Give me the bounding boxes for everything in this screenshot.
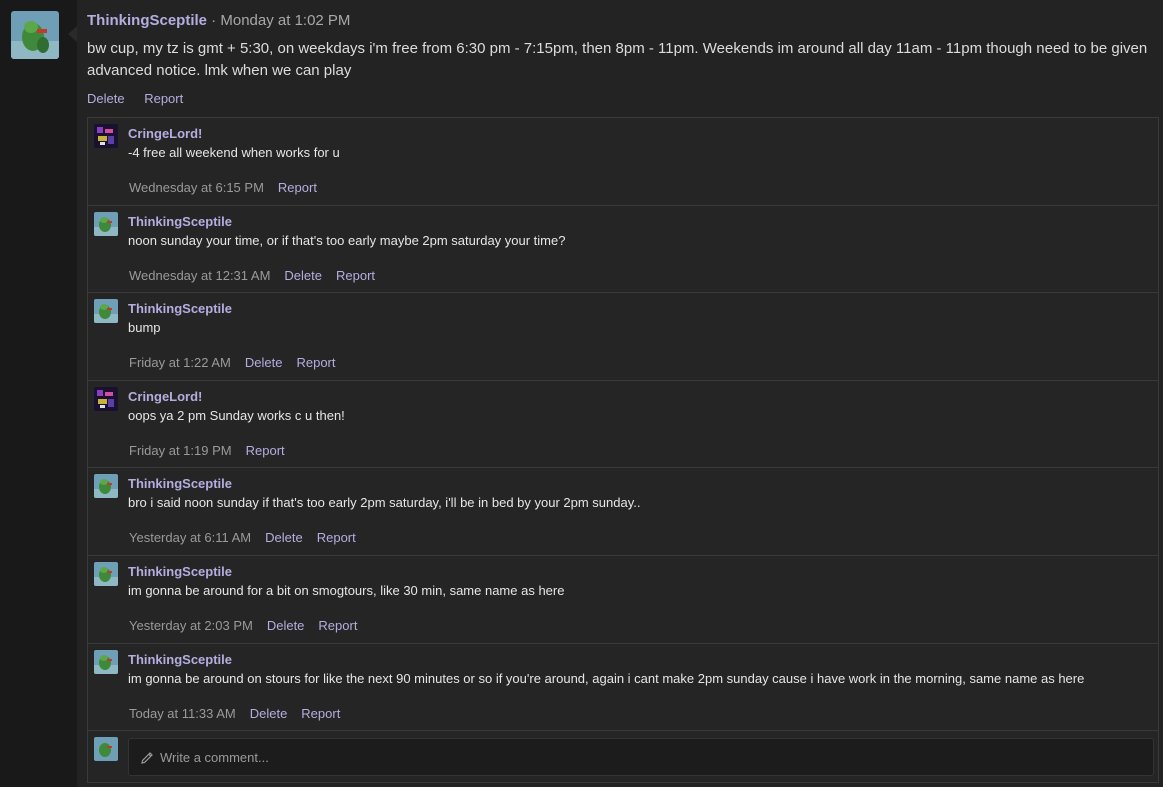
post-header: ThinkingSceptile · Monday at 1:02 PM [87,12,350,29]
post-delete-link[interactable]: Delete [87,91,125,106]
comment-meta: Yesterday at 6:11 AM Delete Report [129,530,356,545]
comment-delete-link[interactable]: Delete [250,706,288,721]
post-report-link[interactable]: Report [144,91,183,106]
post-separator: · [207,12,221,29]
pencil-icon [141,752,153,764]
sceptile-avatar[interactable] [94,299,118,324]
comment-author[interactable]: CringeLord! [128,126,202,141]
comment-author[interactable]: ThinkingSceptile [128,564,232,579]
comment-timestamp[interactable]: Friday at 1:19 PM [129,443,232,458]
comment-item: CringeLord! -4 free all weekend when wor… [88,118,1158,206]
comment-report-link[interactable]: Report [301,706,340,721]
comment-author[interactable]: CringeLord! [128,389,202,404]
comment-text: bro i said noon sunday if that's too ear… [128,495,641,511]
comment-delete-link[interactable]: Delete [267,618,305,633]
comment-text: -4 free all weekend when works for u [128,145,340,160]
comment-text: oops ya 2 pm Sunday works c u then! [128,407,345,423]
post-actions: Delete Report [87,91,199,106]
comment-meta: Wednesday at 12:31 AM Delete Report [129,268,375,283]
comment-item: ThinkingSceptile bump Friday at 1:22 AM D… [88,293,1158,381]
comment-author[interactable]: ThinkingSceptile [128,476,232,491]
reply-avatar [94,737,118,762]
comment-report-link[interactable]: Report [336,268,375,283]
comment-input[interactable]: Write a comment... [128,738,1154,777]
sceptile-avatar[interactable] [94,561,118,586]
comment-item: CringeLord! oops ya 2 pm Sunday works c … [88,381,1158,469]
comment-item: ThinkingSceptile noon sunday your time, … [88,206,1158,294]
profile-post: ThinkingSceptile · Monday at 1:02 PM bw … [77,0,1163,787]
comments-list: CringeLord! -4 free all weekend when wor… [87,117,1159,783]
comment-author[interactable]: ThinkingSceptile [128,214,232,229]
sceptile-avatar[interactable] [94,474,118,499]
post-author[interactable]: ThinkingSceptile [87,12,207,29]
sceptile-avatar[interactable] [94,211,118,236]
comment-author[interactable]: ThinkingSceptile [128,301,232,316]
comment-text: noon sunday your time, or if that's too … [128,232,566,248]
comment-item: ThinkingSceptile bro i said noon sunday … [88,468,1158,556]
cringelord-avatar[interactable] [94,386,118,411]
post-body: bw cup, my tz is gmt + 5:30, on weekdays… [87,40,1148,79]
comment-timestamp[interactable]: Wednesday at 12:31 AM [129,268,270,283]
comment-placeholder: Write a comment... [160,750,269,766]
comment-text: bump [128,320,161,336]
comment-timestamp[interactable]: Friday at 1:22 AM [129,355,231,370]
post-timestamp[interactable]: Monday at 1:02 PM [220,12,350,29]
comment-delete-link[interactable]: Delete [245,355,283,370]
comment-report-link[interactable]: Report [278,180,317,195]
left-rail [0,0,77,787]
comment-timestamp[interactable]: Today at 11:33 AM [129,706,236,721]
comment-meta: Friday at 1:22 AM Delete Report [129,355,336,370]
comment-report-link[interactable]: Report [318,618,357,633]
comment-report-link[interactable]: Report [246,443,285,458]
comment-timestamp[interactable]: Wednesday at 6:15 PM [129,180,264,195]
reply-row: Write a comment... [88,731,1158,783]
cringelord-avatar[interactable] [94,124,118,148]
comment-meta: Wednesday at 6:15 PM Report [129,180,317,195]
comment-meta: Today at 11:33 AM Delete Report [129,706,340,721]
comment-delete-link[interactable]: Delete [265,530,303,545]
sceptile-avatar[interactable] [94,649,118,674]
comment-text: im gonna be around for a bit on smogtour… [128,582,565,598]
comment-timestamp[interactable]: Yesterday at 6:11 AM [129,530,251,545]
comment-meta: Yesterday at 2:03 PM Delete Report [129,618,357,633]
comment-item: ThinkingSceptile im gonna be around on s… [88,644,1158,732]
comment-author[interactable]: ThinkingSceptile [128,652,232,667]
author-avatar[interactable] [11,11,59,59]
comment-meta: Friday at 1:19 PM Report [129,443,285,458]
comment-report-link[interactable]: Report [296,355,335,370]
comment-timestamp[interactable]: Yesterday at 2:03 PM [129,618,253,633]
comment-delete-link[interactable]: Delete [284,268,322,283]
comment-text: im gonna be around on stours for like th… [128,670,1085,686]
comment-report-link[interactable]: Report [317,530,356,545]
comment-item: ThinkingSceptile im gonna be around for … [88,556,1158,644]
bubble-pointer [68,26,77,42]
